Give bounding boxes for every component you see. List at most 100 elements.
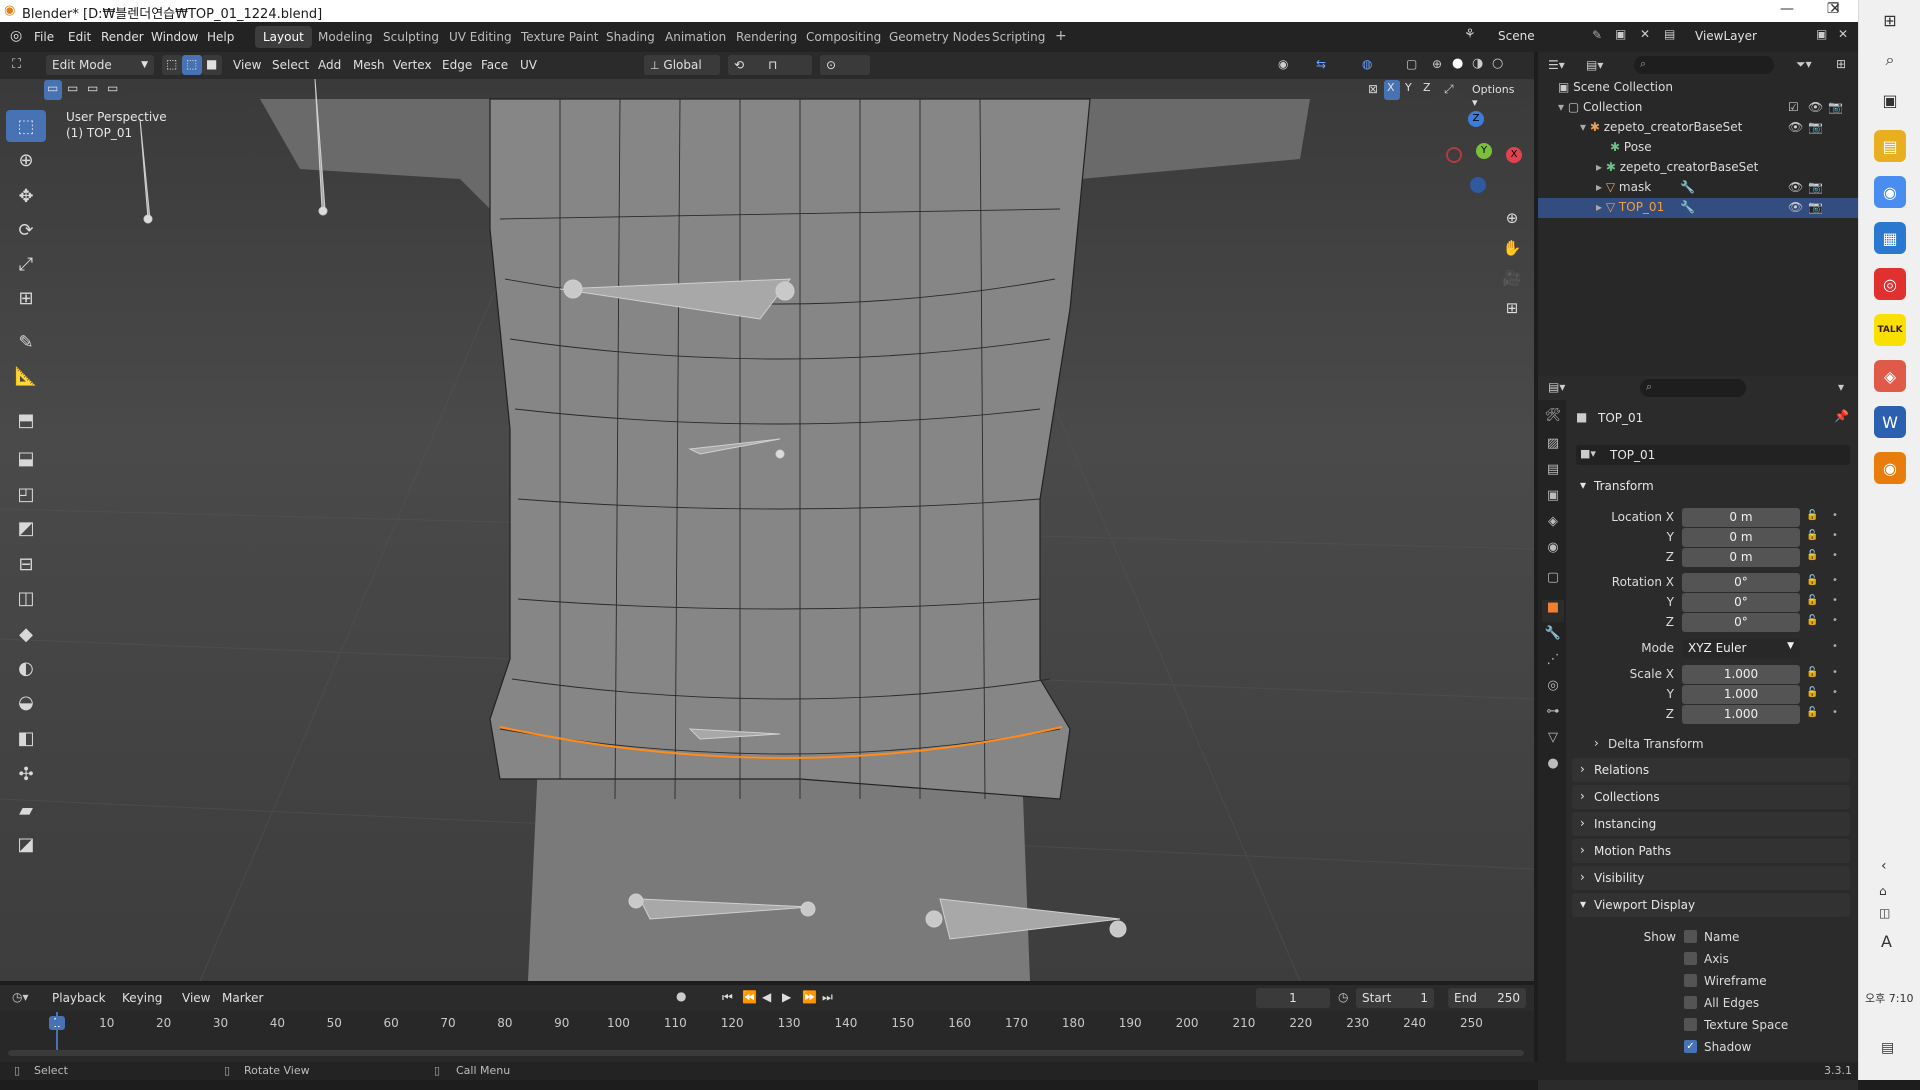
keyframe-dot-icon[interactable]: • — [1832, 667, 1838, 678]
menu-add[interactable]: Add — [318, 58, 341, 72]
world-tab-icon[interactable]: ◉ — [1542, 540, 1564, 562]
shrink-fatten-icon[interactable]: ✣ — [6, 758, 46, 790]
display-mode-icon[interactable]: ▤▾ — [1586, 58, 1603, 72]
windows-start-icon[interactable]: ⊞ — [1874, 4, 1906, 36]
move-icon[interactable]: ✥ — [6, 180, 46, 212]
lock-icon[interactable]: 🔓 — [1806, 575, 1818, 586]
gizmo-toggle-icon[interactable]: ⇆ — [1316, 57, 1326, 71]
scene-close-icon[interactable]: ✕ — [1640, 27, 1650, 41]
location-z-field[interactable]: 0 m — [1682, 548, 1800, 567]
lock-icon[interactable]: 🔓 — [1806, 615, 1818, 626]
rotation-x-field[interactable]: 0° — [1682, 573, 1800, 592]
prev-keyframe-icon[interactable]: ⏪ — [742, 990, 757, 1004]
3d-viewport[interactable]: User Perspective (1) TOP_01 Z X Y ⊕ ✋ 🎥 … — [0, 79, 1534, 981]
file-explorer-icon[interactable]: ▤ — [1874, 130, 1906, 162]
spin-icon[interactable]: ◐ — [6, 652, 46, 684]
jump-end-icon[interactable]: ⏭ — [822, 990, 833, 1005]
search-icon[interactable]: ⌕ — [1874, 44, 1906, 76]
tab-rendering[interactable]: Rendering — [728, 26, 805, 48]
menu-uv[interactable]: UV — [520, 58, 537, 72]
outliner-row-selected[interactable]: ▸ ▽ TOP_01 🔧 👁 📷 — [1538, 198, 1858, 218]
keyframe-dot-icon[interactable]: • — [1832, 550, 1838, 561]
shading-wireframe-icon[interactable]: ⊕ — [1432, 57, 1442, 71]
outliner-row[interactable]: ▸ ▽ mask 🔧 👁 📷 — [1596, 180, 1858, 194]
tab-sculpting[interactable]: Sculpting — [375, 26, 447, 48]
kakaotalk-icon[interactable]: TALK — [1874, 314, 1906, 346]
timeline-editor-icon[interactable]: ◷▾ — [12, 990, 29, 1004]
play-icon[interactable]: ▶ — [782, 990, 791, 1004]
checkbox-checked[interactable]: ✓ — [1684, 1040, 1697, 1053]
ortho-toggle-icon[interactable]: ⊞ — [1499, 295, 1525, 321]
select-new-icon[interactable]: ▭ — [44, 80, 62, 100]
lock-icon[interactable]: 🔓 — [1806, 550, 1818, 561]
clock[interactable]: 오후 7:10 — [1865, 990, 1913, 1006]
scale-icon[interactable]: ⤢ — [6, 248, 46, 280]
lock-icon[interactable]: 🔓 — [1806, 595, 1818, 606]
menu-edit[interactable]: Edit — [68, 30, 91, 44]
render-icon[interactable]: 📷 — [1808, 200, 1823, 214]
overlay-toggle-icon[interactable]: ◍ — [1362, 57, 1372, 71]
timeline-ruler[interactable]: 1102030405060708090100110120130140150160… — [0, 1012, 1534, 1052]
browser-icon[interactable]: ◎ — [1874, 268, 1906, 300]
menu-mesh[interactable]: Mesh — [353, 58, 385, 72]
motion-paths-section[interactable]: › Motion Paths — [1572, 839, 1850, 863]
visibility-section[interactable]: › Visibility — [1572, 866, 1850, 890]
keyframe-dot-icon[interactable]: • — [1832, 641, 1838, 652]
bevel-icon[interactable]: ◩ — [6, 512, 46, 544]
blender-menu-icon[interactable]: ◎ — [10, 28, 22, 44]
inset-icon[interactable]: ◰ — [6, 478, 46, 510]
lock-icon[interactable]: 🔓 — [1806, 530, 1818, 541]
start-frame-field[interactable]: Start 1 — [1356, 988, 1434, 1008]
tab-shading[interactable]: Shading — [598, 26, 663, 48]
object-name-field[interactable]: ■▾ TOP_01 — [1576, 445, 1850, 465]
tab-modeling[interactable]: Modeling — [310, 26, 381, 48]
select-extend-icon[interactable]: ▭ — [64, 80, 82, 100]
pin-icon[interactable]: 📌 — [1834, 409, 1849, 423]
notification-icon[interactable]: ▤ — [1881, 1040, 1894, 1056]
calculator-icon[interactable]: ▦ — [1874, 222, 1906, 254]
constraints-tab-icon[interactable]: ⊶ — [1542, 704, 1564, 726]
menu-marker[interactable]: Marker — [222, 991, 263, 1005]
volume-icon[interactable]: ◫ — [1879, 906, 1890, 920]
orientation-select[interactable]: ⊥ Global — [644, 55, 720, 75]
instancing-section[interactable]: › Instancing — [1572, 812, 1850, 836]
lock-icon[interactable]: 🔓 — [1806, 707, 1818, 718]
select-subtract-icon[interactable]: ▭ — [84, 80, 102, 100]
lock-icon[interactable]: 🔓 — [1806, 667, 1818, 678]
chevron-left-icon[interactable]: ‹ — [1881, 858, 1887, 874]
rotate-icon[interactable]: ⟳ — [6, 214, 46, 246]
tab-animation[interactable]: Animation — [657, 26, 734, 48]
location-y-field[interactable]: 0 m — [1682, 528, 1800, 547]
collection-checkbox-icon[interactable]: ☑ — [1788, 100, 1799, 114]
minimize-button[interactable]: — — [1764, 1, 1810, 21]
eye-icon[interactable]: 👁 — [1808, 100, 1823, 114]
keyframe-dot-icon[interactable]: • — [1832, 615, 1838, 626]
render-tab-icon[interactable]: ▨ — [1542, 436, 1564, 458]
physics-tab-icon[interactable]: ◎ — [1542, 678, 1564, 700]
keyframe-dot-icon[interactable]: • — [1832, 707, 1838, 718]
extrude-icon[interactable]: ⬓ — [6, 442, 46, 474]
outliner-row[interactable]: ▸ ✱ zepeto_creatorBaseSet — [1596, 160, 1758, 174]
checkbox[interactable] — [1684, 1018, 1697, 1031]
record-icon[interactable]: ● — [676, 989, 686, 1003]
output-tab-icon[interactable]: ▤ — [1542, 462, 1564, 484]
checkbox[interactable] — [1684, 930, 1697, 943]
menu-render[interactable]: Render — [101, 30, 144, 44]
filter-icon[interactable]: ⏷▾ — [1796, 57, 1812, 72]
face-select-icon[interactable]: ■ — [202, 55, 222, 75]
timeline-scrollbar[interactable] — [8, 1050, 1524, 1056]
properties-editor-icon[interactable]: ▤▾ — [1548, 380, 1565, 394]
keyframe-dot-icon[interactable]: • — [1832, 595, 1838, 606]
vertex-select-icon[interactable]: ⬚ — [162, 55, 182, 75]
menu-window[interactable]: Window — [151, 30, 198, 44]
outliner-editor-icon[interactable]: ☰▾ — [1548, 58, 1565, 72]
location-x-field[interactable]: 0 m — [1682, 508, 1800, 527]
menu-edge[interactable]: Edge — [442, 58, 472, 72]
menu-keying[interactable]: Keying — [122, 991, 162, 1005]
chevron-down-icon[interactable]: ▾ — [1838, 380, 1844, 394]
current-frame-field[interactable]: 1 — [1256, 988, 1330, 1008]
zoom-icon[interactable]: ⊕ — [1499, 205, 1525, 231]
word-icon[interactable]: W — [1874, 406, 1906, 438]
chrome-icon[interactable]: ◉ — [1874, 176, 1906, 208]
modifier-tab-icon[interactable]: 🔧 — [1542, 626, 1564, 648]
